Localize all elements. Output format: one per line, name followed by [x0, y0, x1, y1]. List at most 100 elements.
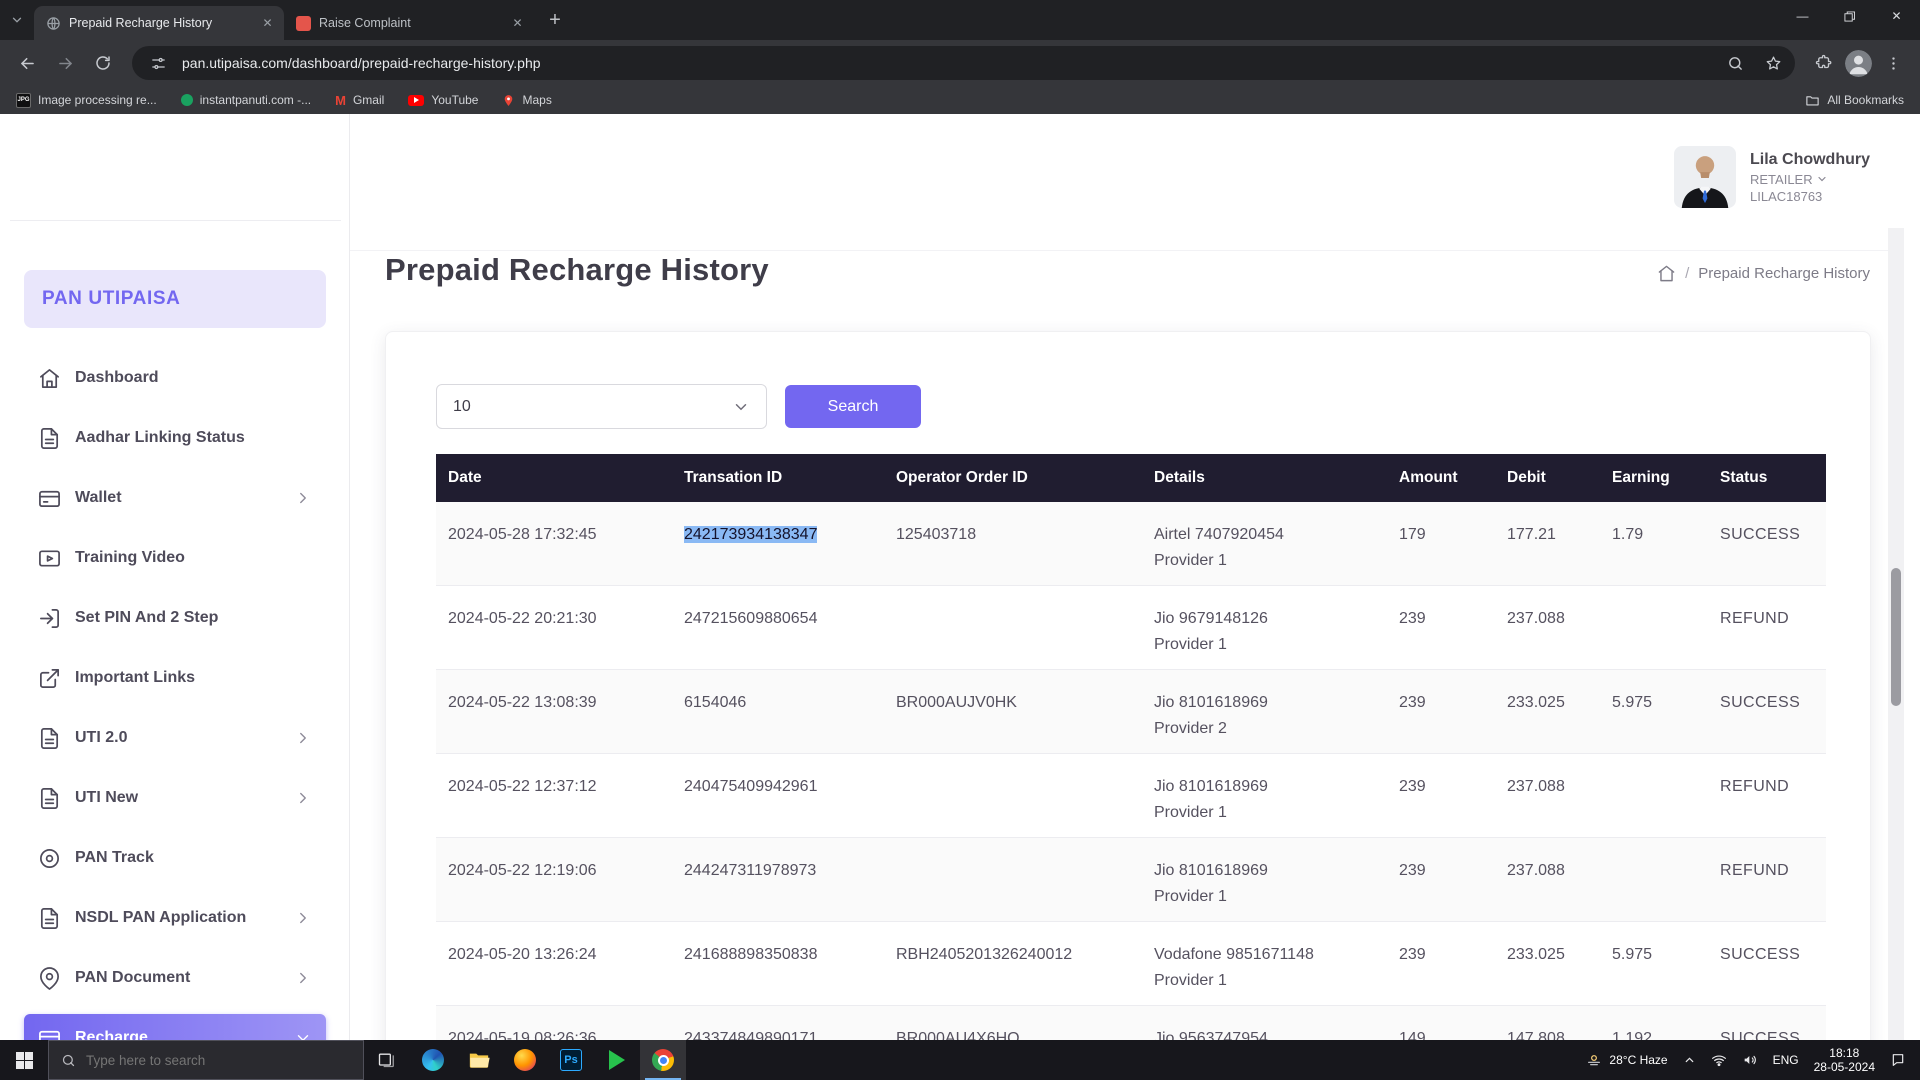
cell-operator-order-id: BR000AU4X6HQ	[884, 1006, 1142, 1040]
taskbar-app-photoshop[interactable]: Ps	[548, 1040, 594, 1080]
sidebar-item-recharge[interactable]: Recharge	[24, 1014, 326, 1040]
browser-menu-icon[interactable]	[1876, 46, 1910, 80]
transaction-id-text[interactable]: 6154046	[684, 694, 746, 711]
tab-close-icon[interactable]: ✕	[509, 15, 526, 32]
all-bookmarks-button[interactable]: All Bookmarks	[1805, 93, 1904, 108]
cell-amount: 239	[1387, 922, 1495, 1005]
browser-tab-prepaid-recharge-history[interactable]: Prepaid Recharge History✕	[34, 6, 284, 40]
sidebar-item-important-links[interactable]: Important Links	[24, 654, 326, 702]
back-icon[interactable]	[10, 46, 44, 80]
taskbar-clock[interactable]: 18:18 28-05-2024	[1814, 1046, 1875, 1074]
site-settings-icon[interactable]	[144, 49, 172, 77]
taskbar-time: 18:18	[1814, 1046, 1875, 1060]
start-button[interactable]	[0, 1040, 48, 1080]
cell-status: SUCCESS	[1708, 670, 1826, 753]
chevron-right-icon	[294, 969, 312, 987]
taskbar-app-media-play[interactable]	[594, 1040, 640, 1080]
window-restore-button[interactable]	[1826, 0, 1873, 32]
sidebar-item-wallet[interactable]: Wallet	[24, 474, 326, 522]
browser-profile-avatar[interactable]	[1845, 50, 1872, 77]
breadcrumb-current: Prepaid Recharge History	[1698, 265, 1870, 282]
sidebar-item-pan-track[interactable]: PAN Track	[24, 834, 326, 882]
tray-expand-icon[interactable]	[1683, 1054, 1696, 1067]
table-row: 2024-05-22 12:37:12240475409942961Jio 81…	[436, 754, 1826, 838]
taskbar-app-chrome[interactable]	[640, 1040, 686, 1080]
browser-toolbar: pan.utipaisa.com/dashboard/prepaid-recha…	[0, 40, 1920, 86]
transaction-id-text[interactable]: 243374849890171	[684, 1030, 817, 1040]
window-close-button[interactable]: ✕	[1873, 0, 1920, 32]
sidebar-item-pan-document[interactable]: PAN Document	[24, 954, 326, 1002]
tab-close-icon[interactable]: ✕	[259, 15, 276, 32]
url-text[interactable]: pan.utipaisa.com/dashboard/prepaid-recha…	[182, 55, 1711, 71]
bookmark-item[interactable]: JPGImage processing re...	[16, 93, 157, 108]
brand-box[interactable]: PAN UTIPAISA	[24, 270, 326, 328]
user-profile[interactable]: Lila Chowdhury RETAILER LILAC18763	[1674, 146, 1870, 208]
taskbar-app-edge[interactable]	[410, 1040, 456, 1080]
bookmark-item[interactable]: MGmail	[335, 93, 384, 108]
taskbar-app-firefox[interactable]	[502, 1040, 548, 1080]
bookmarks-bar: JPGImage processing re... instantpanuti.c…	[0, 86, 1920, 114]
content-card: 10 Search DateTransation IDOperator Orde…	[385, 331, 1871, 1040]
sidebar-item-aadhar-linking-status[interactable]: Aadhar Linking Status	[24, 414, 326, 462]
transaction-id-text[interactable]: 244247311978973	[684, 862, 816, 879]
taskbar-search-input[interactable]	[86, 1053, 326, 1068]
forward-icon[interactable]	[48, 46, 82, 80]
reload-icon[interactable]	[86, 46, 120, 80]
new-tab-button[interactable]: +	[540, 5, 570, 35]
browser-tab-raise-complaint[interactable]: Raise Complaint✕	[284, 6, 534, 40]
youtube-favicon	[408, 95, 424, 106]
sidebar-item-label: PAN Track	[75, 849, 154, 867]
cell-date: 2024-05-22 12:37:12	[436, 754, 672, 837]
taskbar-search[interactable]	[48, 1040, 364, 1080]
globe-favicon	[46, 16, 61, 31]
sidebar-item-label: NSDL PAN Application	[75, 909, 246, 927]
transaction-id-text[interactable]: 247215609880654	[684, 610, 817, 627]
file-icon	[38, 427, 61, 450]
bookmark-item[interactable]: YouTube	[408, 93, 478, 108]
photoshop-icon: Ps	[560, 1049, 582, 1071]
tab-search-chevron-icon[interactable]	[0, 3, 34, 37]
bookmark-item[interactable]: instantpanuti.com -...	[181, 93, 311, 108]
weather-widget[interactable]: 28°C Haze	[1586, 1052, 1667, 1068]
taskbar-app-task-view[interactable]	[364, 1040, 410, 1080]
extensions-icon[interactable]	[1807, 46, 1841, 80]
language-indicator[interactable]: ENG	[1773, 1053, 1799, 1067]
sidebar-item-dashboard[interactable]: Dashboard	[24, 354, 326, 402]
sidebar-item-nsdl-pan-application[interactable]: NSDL PAN Application	[24, 894, 326, 942]
network-icon[interactable]	[1711, 1052, 1727, 1068]
address-bar[interactable]: pan.utipaisa.com/dashboard/prepaid-recha…	[132, 46, 1795, 80]
brand-text: PAN UTIPAISA	[42, 288, 180, 310]
cell-amount: 239	[1387, 754, 1495, 837]
sidebar-item-set-pin-and-2-step[interactable]: Set PIN And 2 Step	[24, 594, 326, 642]
sidebar-item-training-video[interactable]: Training Video	[24, 534, 326, 582]
cell-status: REFUND	[1708, 754, 1826, 837]
home-icon[interactable]	[1657, 264, 1676, 283]
sidebar-item-uti-new[interactable]: UTI New	[24, 774, 326, 822]
user-role[interactable]: RETAILER	[1750, 172, 1870, 187]
taskbar-app-file-explorer[interactable]	[456, 1040, 502, 1080]
edge-icon	[422, 1049, 444, 1071]
page-size-value: 10	[453, 398, 471, 416]
notification-center-icon[interactable]	[1890, 1052, 1906, 1068]
bookmark-item[interactable]: Maps	[502, 93, 551, 108]
sidebar-item-uti-2-0[interactable]: UTI 2.0	[24, 714, 326, 762]
sidebar-item-label: Training Video	[75, 549, 185, 567]
sidebar-item-label: Important Links	[75, 669, 195, 687]
scrollbar-thumb[interactable]	[1891, 568, 1901, 706]
login-icon	[38, 607, 61, 630]
transaction-id-text[interactable]: 240475409942961	[684, 778, 817, 795]
volume-icon[interactable]	[1742, 1052, 1758, 1068]
transaction-id-text[interactable]: 241688898350838	[684, 946, 817, 963]
page-size-select[interactable]: 10	[436, 384, 767, 429]
search-button[interactable]: Search	[785, 385, 921, 428]
bookmark-star-icon[interactable]	[1759, 49, 1787, 77]
page-scrollbar[interactable]	[1888, 228, 1904, 1040]
table-row: 2024-05-19 08:26:36243374849890171BR000A…	[436, 1006, 1826, 1040]
cell-debit: 237.088	[1495, 586, 1600, 669]
transaction-id-text[interactable]: 242173934138347	[684, 526, 817, 543]
window-minimize-button[interactable]: —	[1779, 0, 1826, 32]
breadcrumb: / Prepaid Recharge History	[1657, 264, 1870, 283]
table-controls: 10 Search	[436, 384, 921, 429]
column-header-operator-order-id: Operator Order ID	[884, 469, 1142, 487]
zoom-icon[interactable]	[1721, 49, 1749, 77]
